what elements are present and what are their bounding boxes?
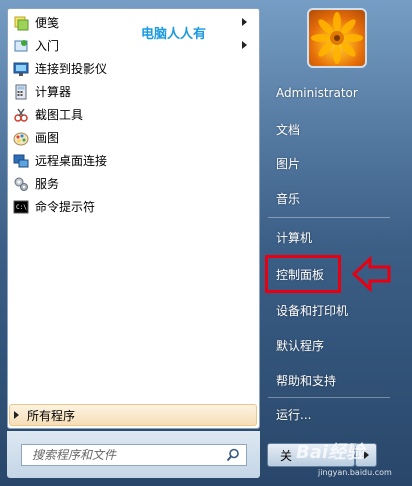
user-name-link[interactable]: Administrator <box>276 86 358 100</box>
program-item-snipping-tool[interactable]: 截图工具 <box>8 103 259 126</box>
highlight-box <box>265 255 341 293</box>
getting-started-icon <box>14 39 28 51</box>
default-programs-link[interactable]: 默认程序 <box>276 337 324 354</box>
all-programs-button[interactable]: 所有程序 <box>9 404 257 426</box>
start-menu: 便笺 入门 连接到投影仪 计算器 截图工具 画图 远程桌面连接 服务 C:\ 命… <box>0 0 412 486</box>
command-prompt-icon: C:\ <box>13 200 29 213</box>
programs-panel: 便笺 入门 连接到投影仪 计算器 截图工具 画图 远程桌面连接 服务 C:\ 命… <box>7 8 260 429</box>
baidu-watermark: Bai经验 <box>296 442 365 463</box>
program-label: 截图工具 <box>35 108 84 122</box>
help-support-link[interactable]: 帮助和支持 <box>276 372 336 389</box>
program-label: 远程桌面连接 <box>35 154 108 168</box>
program-list: 便笺 入门 连接到投影仪 计算器 截图工具 画图 远程桌面连接 服务 C:\ 命… <box>8 11 259 218</box>
paint-icon <box>13 132 29 145</box>
separator <box>268 397 390 398</box>
program-item-command-prompt[interactable]: C:\ 命令提示符 <box>8 195 259 218</box>
baidu-url: jingyan.baidu.com <box>318 468 392 477</box>
services-icon <box>14 177 28 191</box>
run-link[interactable]: 运行... <box>276 406 311 423</box>
program-item-services[interactable]: 服务 <box>8 172 259 195</box>
sticky-notes-icon <box>14 16 29 30</box>
program-label: 命令提示符 <box>35 200 96 214</box>
user-avatar[interactable] <box>307 8 367 68</box>
program-label: 连接到投影仪 <box>35 62 108 76</box>
remote-desktop-icon <box>13 154 29 167</box>
left-arrow-icon <box>352 256 391 292</box>
arrow-right-icon <box>14 411 19 419</box>
program-label: 入门 <box>35 39 60 53</box>
search-input[interactable] <box>30 447 214 463</box>
submenu-arrow-icon <box>242 41 247 49</box>
program-label: 画图 <box>35 131 60 145</box>
snipping-tool-icon <box>14 108 28 122</box>
separator <box>268 217 390 218</box>
music-link[interactable]: 音乐 <box>276 190 300 207</box>
search-area <box>7 431 260 478</box>
search-icon[interactable] <box>226 448 240 462</box>
devices-printers-link[interactable]: 设备和打印机 <box>276 302 348 319</box>
program-label: 便笺 <box>35 16 60 30</box>
pictures-link[interactable]: 图片 <box>276 155 300 172</box>
program-item-paint[interactable]: 画图 <box>8 126 259 149</box>
submenu-arrow-icon <box>242 18 247 26</box>
program-item-getting-started[interactable]: 入门 <box>8 34 259 57</box>
program-item-sticky-notes[interactable]: 便笺 <box>8 11 259 34</box>
program-item-calculator[interactable]: 计算器 <box>8 80 259 103</box>
documents-link[interactable]: 文档 <box>276 121 300 138</box>
program-label: 服务 <box>35 177 60 191</box>
program-item-remote-desktop[interactable]: 远程桌面连接 <box>8 149 259 172</box>
search-box[interactable] <box>21 444 247 466</box>
projector-icon <box>13 62 29 76</box>
svg-text:C:\: C:\ <box>16 204 27 211</box>
program-item-projector[interactable]: 连接到投影仪 <box>8 57 259 80</box>
computer-link[interactable]: 计算机 <box>276 229 312 246</box>
shutdown-label: 关 <box>280 448 293 463</box>
calculator-icon <box>15 84 27 99</box>
all-programs-label: 所有程序 <box>27 408 76 423</box>
program-label: 计算器 <box>35 85 72 99</box>
flower-picture-icon <box>311 12 363 64</box>
watermark-text: 电脑人人有 <box>141 27 207 42</box>
